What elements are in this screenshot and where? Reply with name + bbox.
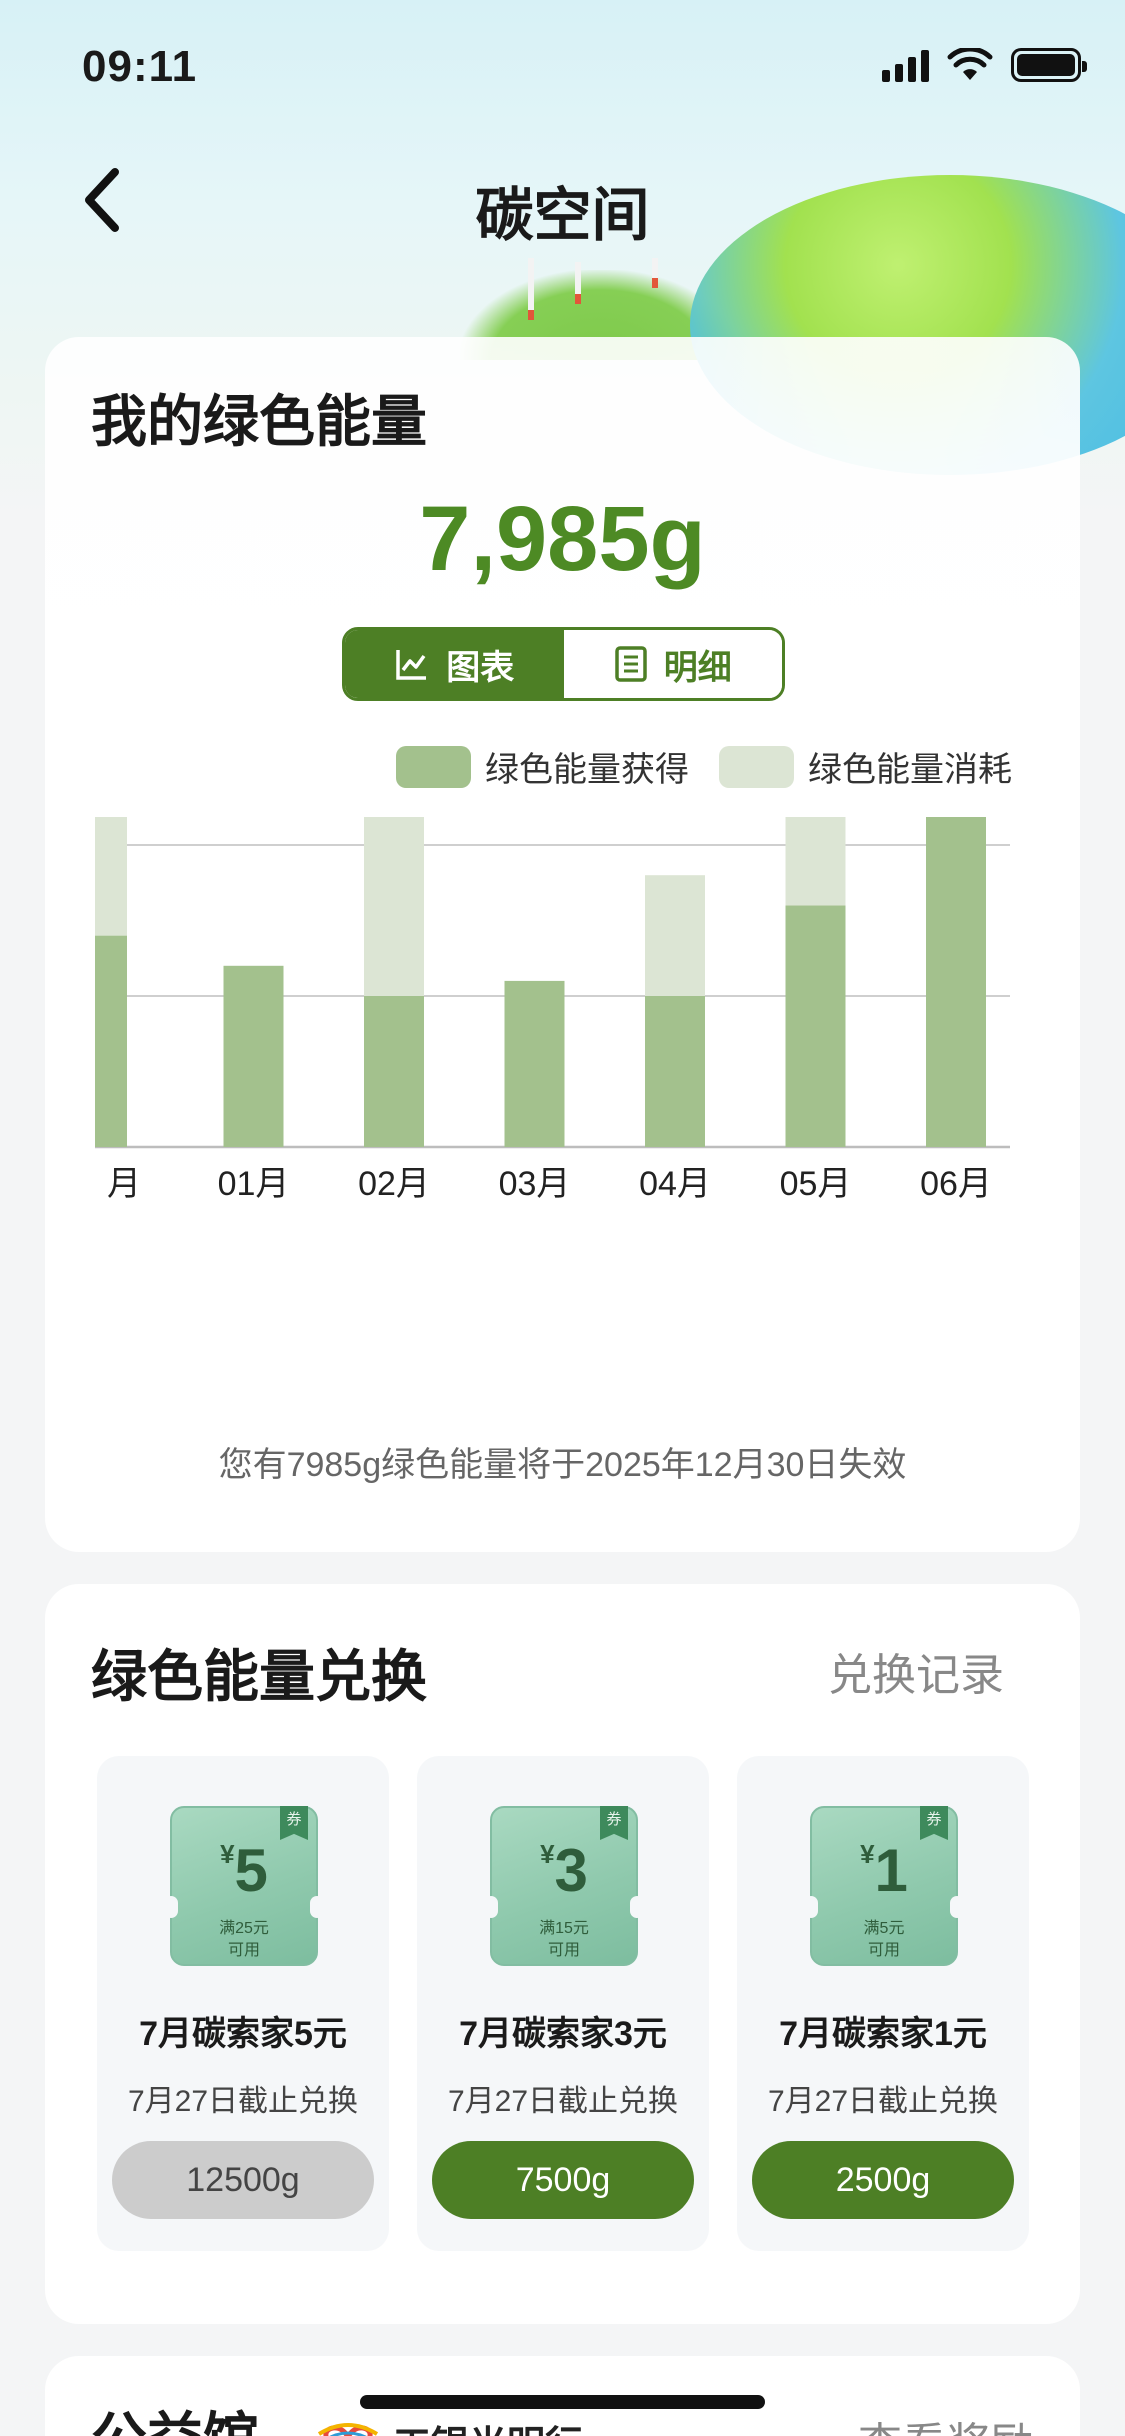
green-energy-card: 我的绿色能量 7,985g 图表 明细 绿色能量获得 绿色能量消耗 月 01月 0	[45, 337, 1080, 1552]
view-rewards-link[interactable]: 查看奖励	[858, 2408, 1034, 2436]
x-tick-label: 02月	[358, 1165, 430, 1203]
bar-earned	[645, 996, 705, 1147]
chart-legend: 绿色能量获得 绿色能量消耗	[396, 742, 1012, 791]
exchange-record-link[interactable]: 兑换记录	[828, 1639, 1004, 1703]
legend-consumed-label: 绿色能量消耗	[808, 751, 1012, 789]
tab-detail[interactable]: 明细	[563, 630, 782, 698]
coupon-tag: 券	[280, 1806, 308, 1840]
home-indicator	[360, 2395, 765, 2409]
bar-earned	[95, 935, 127, 1147]
wind-turbine-illustration	[575, 262, 581, 304]
x-tick-label: 05月	[780, 1165, 852, 1203]
bar-consumed	[95, 817, 127, 936]
energy-total: 7,985g	[419, 488, 706, 590]
line-chart-icon	[396, 650, 427, 680]
bar-earned	[223, 965, 284, 1147]
coupon-name: 7月碳索家3元	[459, 2015, 667, 2053]
bar-consumed	[645, 875, 705, 996]
energy-exchange-card: 绿色能量兑换 兑换记录 券 ¥5 满25元 可用 7月碳索家5元 7月27日截止兑…	[45, 1584, 1080, 2324]
partner-logo: 工银光明行	[313, 2414, 583, 2436]
status-time: 09:11	[82, 42, 198, 91]
coupon-item[interactable]: 券 ¥1 满5元 可用 7月碳索家1元 7月27日截止兑换 2500g	[737, 1756, 1029, 2251]
bar-earned	[504, 980, 565, 1147]
wind-turbine-illustration	[528, 258, 534, 320]
redeem-button[interactable]: 12500g	[112, 2141, 374, 2219]
coupon-condition: 满15元 可用	[539, 1920, 589, 1959]
coupon-deadline: 7月27日截止兑换	[447, 2085, 679, 2118]
legend-earned-swatch	[396, 745, 471, 788]
coupon-amount: ¥1	[860, 1837, 908, 1904]
expire-note: 您有7985g绿色能量将于2025年12月30日失效	[218, 1446, 907, 1484]
legend-consumed: 绿色能量消耗	[719, 742, 1012, 791]
coupon-ticket-graphic: 券 ¥3 满15元 可用	[484, 1806, 644, 1966]
bar-earned	[926, 817, 986, 1147]
tab-detail-label: 明细	[663, 648, 732, 687]
bar-consumed	[785, 817, 846, 906]
coupon-condition: 满5元 可用	[863, 1920, 905, 1959]
coupon-item[interactable]: 券 ¥3 满15元 可用 7月碳索家3元 7月27日截止兑换 7500g	[417, 1756, 709, 2251]
coupon-tag: 券	[920, 1806, 948, 1840]
coupon-ticket-graphic: 券 ¥1 满5元 可用	[804, 1806, 964, 1966]
view-toggle: 图表 明细	[342, 627, 785, 701]
energy-bar-chart: 月 01月 02月 03月 04月 05月 06月	[95, 817, 1010, 1203]
rainbow-heart-logo-icon	[317, 2422, 379, 2436]
coupon-deadline: 7月27日截止兑换	[127, 2085, 359, 2118]
cellular-signal-icon	[882, 48, 929, 82]
tab-chart-label: 图表	[446, 648, 515, 687]
navigation-bar: 碳空间	[0, 150, 1125, 250]
redeem-button[interactable]: 7500g	[432, 2141, 694, 2219]
redeem-button[interactable]: 2500g	[752, 2141, 1014, 2219]
coupon-list: 券 ¥5 满25元 可用 7月碳索家5元 7月27日截止兑换 12500g 券 ¥…	[97, 1756, 1029, 2251]
bar-earned	[785, 905, 846, 1147]
coupon-name: 7月碳索家5元	[139, 2015, 347, 2053]
wind-turbine-illustration	[652, 258, 658, 288]
legend-consumed-swatch	[719, 745, 794, 788]
welfare-title: 公益馆	[91, 2394, 259, 2436]
status-bar: 09:11	[0, 0, 1125, 130]
legend-earned-label: 绿色能量获得	[485, 751, 689, 789]
legend-earned: 绿色能量获得	[396, 742, 689, 791]
coupon-ticket-graphic: 券 ¥5 满25元 可用	[164, 1806, 324, 1966]
x-tick-label: 03月	[499, 1165, 571, 1203]
wifi-icon	[947, 48, 993, 80]
coupon-name: 7月碳索家1元	[779, 2015, 987, 2053]
coupon-tag: 券	[600, 1806, 628, 1840]
battery-icon	[1011, 48, 1087, 82]
coupon-item[interactable]: 券 ¥5 满25元 可用 7月碳索家5元 7月27日截止兑换 12500g	[97, 1756, 389, 2251]
x-tick-label: 04月	[639, 1165, 711, 1203]
page-title: 碳空间	[475, 183, 650, 248]
energy-card-title: 我的绿色能量	[91, 390, 427, 453]
coupon-condition: 满25元 可用	[219, 1920, 269, 1959]
partner-name: 工银光明行	[393, 2414, 583, 2436]
bar-earned	[364, 996, 424, 1147]
x-tick-label: 06月	[920, 1165, 992, 1203]
status-icons	[882, 48, 1087, 82]
coupon-amount: ¥5	[220, 1837, 268, 1904]
x-tick-label: 01月	[218, 1165, 290, 1203]
coupon-amount: ¥3	[540, 1837, 588, 1904]
list-detail-icon	[615, 646, 647, 682]
bar-consumed	[364, 817, 424, 996]
coupon-deadline: 7月27日截止兑换	[767, 2085, 999, 2118]
x-tick-label: 月	[107, 1165, 141, 1203]
exchange-card-title: 绿色能量兑换	[91, 1645, 427, 1708]
tab-chart[interactable]: 图表	[345, 630, 564, 698]
